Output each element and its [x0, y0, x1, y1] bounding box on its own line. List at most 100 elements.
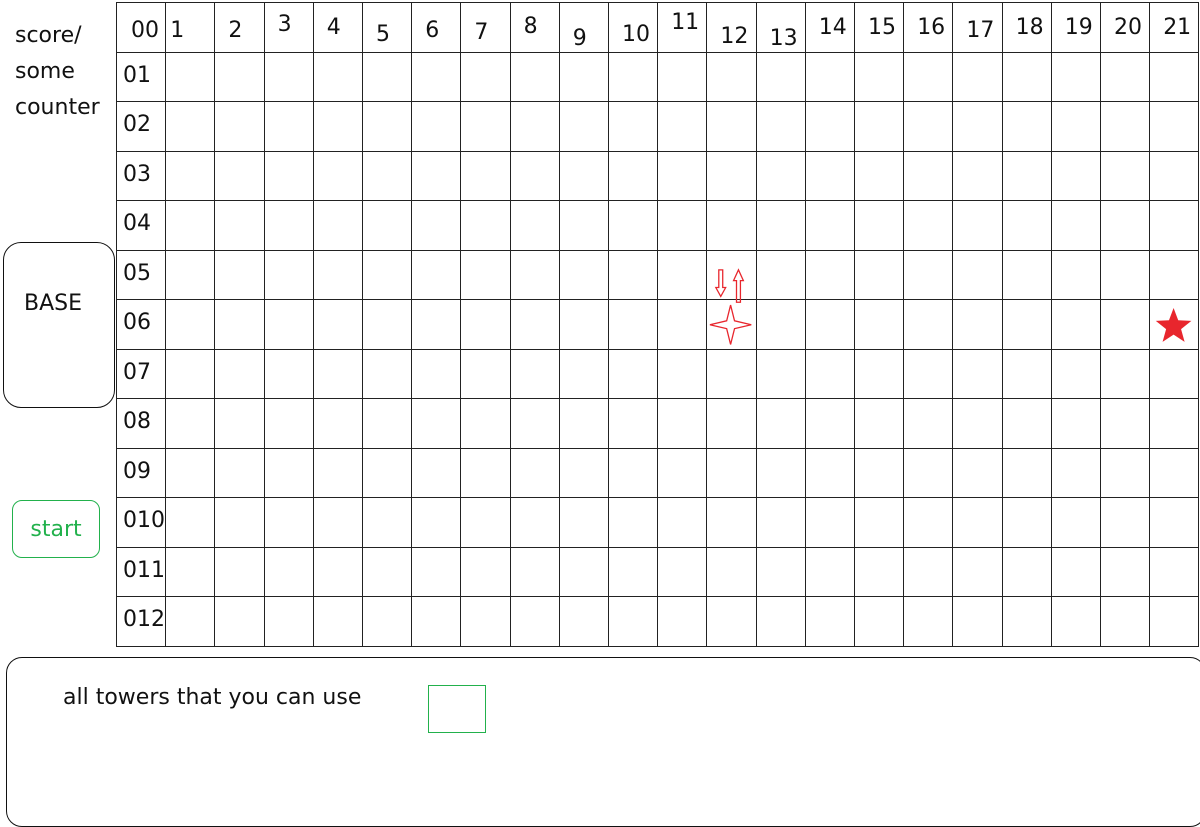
grid-cell[interactable] [706, 101, 757, 152]
grid-cell[interactable] [1149, 249, 1200, 300]
grid-cell[interactable] [362, 497, 413, 548]
grid-cell[interactable] [460, 398, 511, 449]
grid-cell[interactable] [1001, 51, 1052, 102]
grid-cell[interactable] [608, 398, 659, 449]
grid-cell[interactable] [755, 200, 806, 251]
grid-cell[interactable] [558, 249, 609, 300]
grid-cell[interactable] [755, 101, 806, 152]
grid-cell[interactable] [804, 398, 855, 449]
grid-cell[interactable] [903, 51, 954, 102]
grid-cell[interactable] [854, 497, 905, 548]
grid-cell[interactable] [362, 348, 413, 399]
grid-cell[interactable] [165, 596, 216, 647]
grid-cell[interactable] [460, 497, 511, 548]
grid-cell[interactable] [657, 249, 708, 300]
grid-cell[interactable] [1100, 596, 1151, 647]
grid-cell[interactable] [362, 447, 413, 498]
grid-cell[interactable] [903, 249, 954, 300]
grid-cell[interactable] [608, 546, 659, 597]
grid-cell[interactable] [558, 546, 609, 597]
grid-cell[interactable] [608, 447, 659, 498]
grid-cell[interactable] [1149, 101, 1200, 152]
grid-cell[interactable] [952, 249, 1003, 300]
start-button[interactable]: start [12, 500, 100, 558]
grid-cell[interactable] [903, 101, 954, 152]
grid-cell[interactable] [263, 546, 314, 597]
grid-cell[interactable] [804, 51, 855, 102]
grid-cell[interactable] [706, 348, 757, 399]
grid-cell[interactable] [362, 150, 413, 201]
grid-cell[interactable] [804, 596, 855, 647]
grid-cell[interactable] [460, 348, 511, 399]
grid-cell[interactable] [755, 497, 806, 548]
grid-cell[interactable] [804, 447, 855, 498]
grid-cell[interactable] [263, 299, 314, 350]
grid-cell[interactable] [558, 447, 609, 498]
grid-cell[interactable] [263, 348, 314, 399]
grid-cell[interactable] [558, 51, 609, 102]
grid-cell[interactable] [214, 249, 265, 300]
grid-cell[interactable] [509, 299, 560, 350]
grid-cell[interactable] [165, 101, 216, 152]
grid-cell[interactable] [1100, 200, 1151, 251]
grid-cell[interactable] [706, 596, 757, 647]
grid-cell[interactable] [608, 101, 659, 152]
grid-cell[interactable] [1050, 398, 1101, 449]
grid-cell[interactable] [509, 150, 560, 201]
grid-cell[interactable] [804, 101, 855, 152]
grid-cell[interactable] [509, 497, 560, 548]
grid-cell[interactable] [657, 546, 708, 597]
grid-cell[interactable] [558, 150, 609, 201]
grid-cell[interactable] [411, 546, 462, 597]
grid-cell[interactable] [657, 299, 708, 350]
grid-cell[interactable] [558, 596, 609, 647]
grid-cell[interactable] [706, 150, 757, 201]
grid-cell[interactable] [362, 200, 413, 251]
grid-cell[interactable] [952, 398, 1003, 449]
grid-cell[interactable] [312, 546, 363, 597]
grid-cell[interactable] [509, 249, 560, 300]
grid-cell[interactable] [1149, 596, 1200, 647]
grid-cell[interactable] [165, 348, 216, 399]
grid-cell[interactable] [706, 398, 757, 449]
grid-cell[interactable] [608, 51, 659, 102]
grid-cell[interactable] [854, 447, 905, 498]
grid-cell[interactable] [1001, 150, 1052, 201]
grid-cell[interactable] [657, 200, 708, 251]
grid-cell[interactable] [1100, 150, 1151, 201]
grid-cell[interactable] [804, 200, 855, 251]
grid-cell[interactable] [362, 249, 413, 300]
grid-cell[interactable] [1100, 546, 1151, 597]
grid-cell[interactable] [755, 398, 806, 449]
grid-cell[interactable] [1149, 348, 1200, 399]
grid-cell[interactable] [509, 200, 560, 251]
grid-cell[interactable] [854, 249, 905, 300]
grid-cell[interactable] [312, 299, 363, 350]
grid-cell[interactable] [854, 51, 905, 102]
grid-cell[interactable] [1100, 101, 1151, 152]
grid-cell[interactable] [411, 447, 462, 498]
grid-cell[interactable] [411, 497, 462, 548]
grid-cell[interactable] [1050, 200, 1101, 251]
grid-cell[interactable] [411, 299, 462, 350]
grid-cell[interactable] [1149, 546, 1200, 597]
grid-cell[interactable] [312, 447, 363, 498]
grid-cell[interactable] [1100, 299, 1151, 350]
grid-cell[interactable] [657, 596, 708, 647]
grid-cell[interactable] [1001, 398, 1052, 449]
grid-cell[interactable] [854, 101, 905, 152]
grid-cell[interactable] [509, 398, 560, 449]
grid-cell[interactable] [1001, 546, 1052, 597]
grid-cell[interactable] [558, 497, 609, 548]
grid-cell[interactable] [1001, 299, 1052, 350]
grid-cell[interactable] [460, 101, 511, 152]
grid-cell[interactable] [263, 150, 314, 201]
grid-cell[interactable] [657, 51, 708, 102]
grid-cell[interactable] [1050, 249, 1101, 300]
grid-cell[interactable] [1100, 348, 1151, 399]
grid-cell[interactable] [854, 398, 905, 449]
grid-cell[interactable] [903, 348, 954, 399]
grid-cell[interactable] [952, 497, 1003, 548]
grid-cell[interactable] [952, 596, 1003, 647]
grid-cell[interactable] [1149, 447, 1200, 498]
